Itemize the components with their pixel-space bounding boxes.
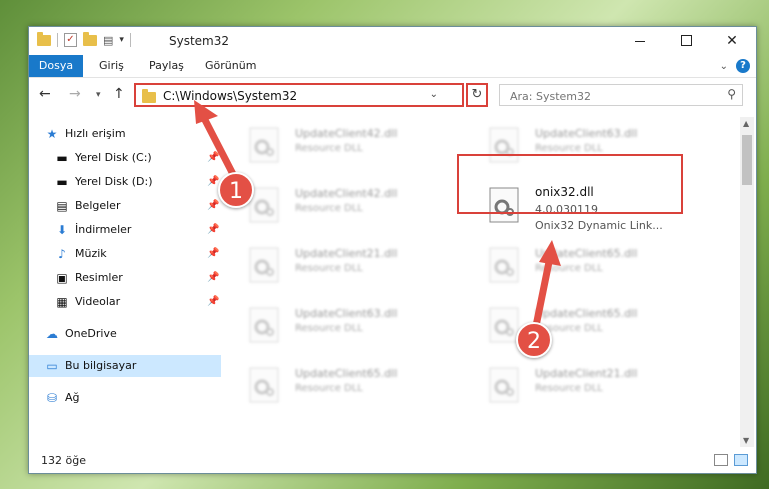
arrow-2-line: [532, 258, 553, 330]
arrow-2-head: [539, 240, 561, 266]
step-badge-1: 1: [218, 172, 254, 208]
step-badge-2: 2: [516, 322, 552, 358]
annotation-arrows: [194, 100, 561, 330]
arrow-1-line: [200, 114, 240, 184]
